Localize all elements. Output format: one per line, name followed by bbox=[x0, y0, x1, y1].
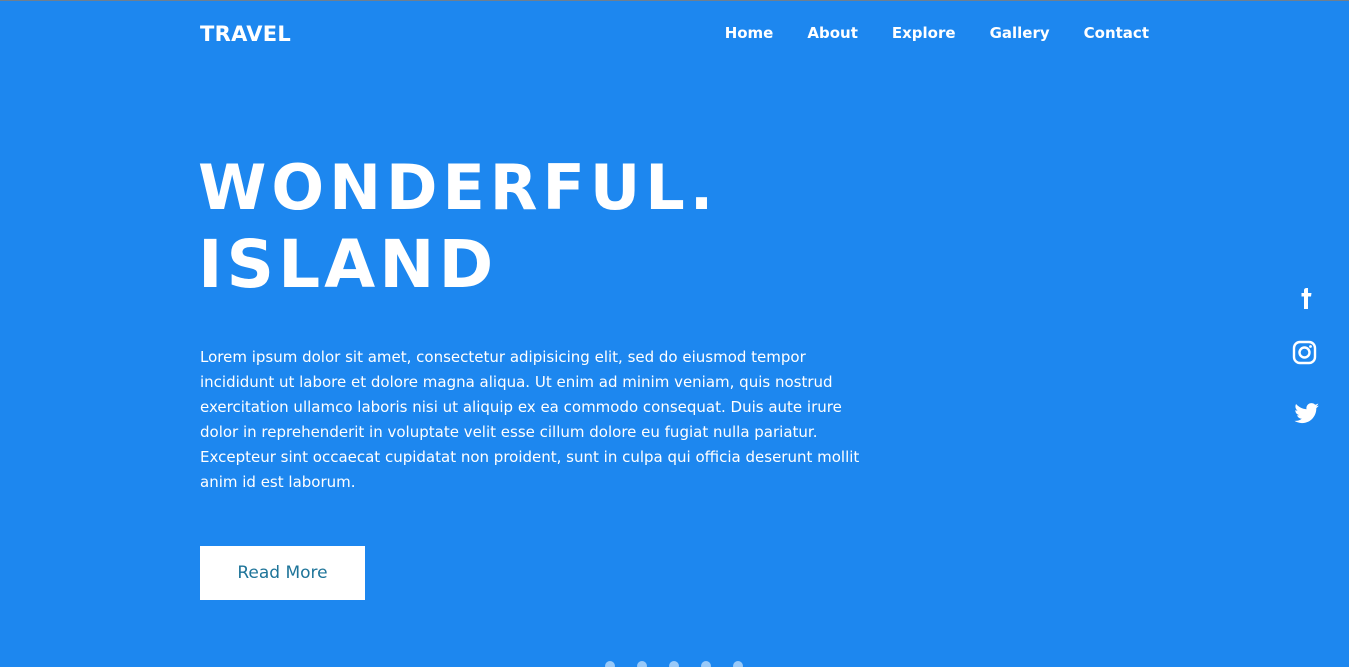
instagram-link[interactable] bbox=[1290, 338, 1324, 372]
hero-title-line1: WONDERFUL. bbox=[198, 151, 719, 224]
nav-home[interactable]: Home bbox=[725, 23, 774, 43]
hero-title-line2: ISLAND bbox=[198, 226, 498, 303]
facebook-link[interactable] bbox=[1290, 280, 1324, 314]
twitter-icon bbox=[1294, 403, 1319, 424]
slider-dot[interactable] bbox=[733, 661, 743, 667]
main-nav: Home About Explore Gallery Contact bbox=[725, 23, 1149, 43]
nav-explore[interactable]: Explore bbox=[892, 23, 956, 43]
read-more-button[interactable]: Read More bbox=[200, 546, 365, 600]
slider-dot[interactable] bbox=[669, 661, 679, 667]
slider-dots bbox=[605, 661, 743, 667]
twitter-link[interactable] bbox=[1290, 396, 1324, 430]
brand-logo[interactable]: TRAVEL bbox=[200, 20, 291, 48]
facebook-icon bbox=[1301, 288, 1312, 309]
slider-dot[interactable] bbox=[637, 661, 647, 667]
nav-about[interactable]: About bbox=[807, 23, 858, 43]
nav-contact[interactable]: Contact bbox=[1084, 23, 1149, 43]
instagram-icon bbox=[1292, 340, 1317, 365]
top-border bbox=[0, 0, 1349, 1]
hero-description: Lorem ipsum dolor sit amet, consectetur … bbox=[200, 348, 860, 491]
slider-dot[interactable] bbox=[605, 661, 615, 667]
nav-gallery[interactable]: Gallery bbox=[990, 23, 1050, 43]
slider-dot[interactable] bbox=[701, 661, 711, 667]
